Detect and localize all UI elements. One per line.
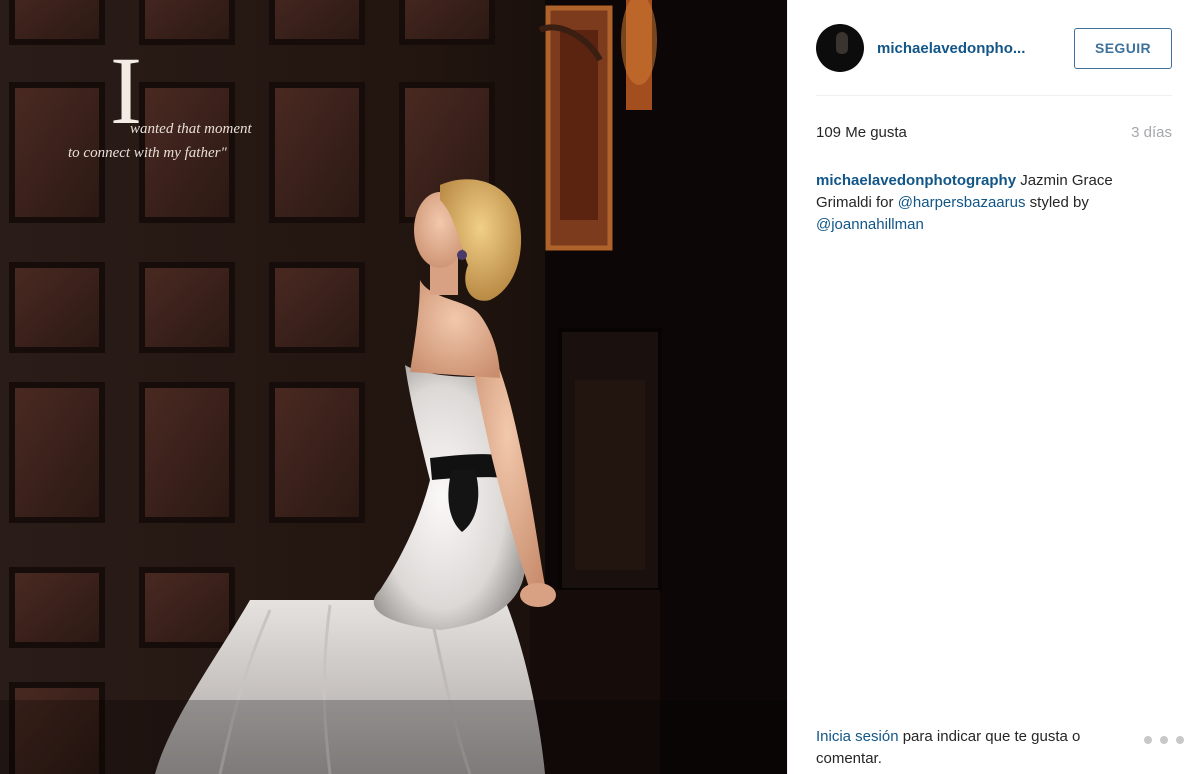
caption-username[interactable]: michaelavedonphotography (816, 172, 1016, 189)
follow-button[interactable]: SEGUIR (1074, 27, 1172, 69)
quote-line-2: to connect with my father" (68, 145, 227, 161)
post-footer: Inicia sesión para indicar que te gusta … (816, 726, 1184, 770)
header-username[interactable]: michaelavedonpho... (877, 40, 1074, 57)
post-time[interactable]: 3 días (1131, 124, 1172, 141)
profile-avatar[interactable] (816, 24, 864, 72)
login-link[interactable]: Inicia sesión (816, 728, 899, 745)
post-photo[interactable]: I wanted that moment to connect with my … (0, 0, 787, 774)
header-divider (816, 95, 1172, 96)
avatar-face (836, 32, 848, 54)
post-container: I wanted that moment to connect with my … (0, 0, 1200, 774)
caption-mention-joannahillman[interactable]: @joannahillman (816, 216, 924, 233)
likes-count[interactable]: 109 Me gusta (816, 124, 907, 141)
more-dot (1176, 736, 1184, 744)
post-header: michaelavedonpho... SEGUIR (816, 24, 1172, 72)
quote-line-1: wanted that moment (130, 121, 252, 137)
post-caption: michaelavedonphotography Jazmin Grace Gr… (816, 170, 1170, 236)
post-stats: 109 Me gusta 3 días (816, 122, 1172, 142)
more-dot (1144, 736, 1152, 744)
caption-mention-harpersbazaarus[interactable]: @harpersbazaarus (898, 194, 1026, 211)
more-dot (1160, 736, 1168, 744)
post-sidebar: michaelavedonpho... SEGUIR 109 Me gusta … (787, 0, 1200, 774)
more-options-icon[interactable] (1144, 735, 1184, 745)
caption-text-2: styled by (1025, 194, 1089, 211)
login-prompt: Inicia sesión para indicar que te gusta … (816, 726, 1136, 770)
